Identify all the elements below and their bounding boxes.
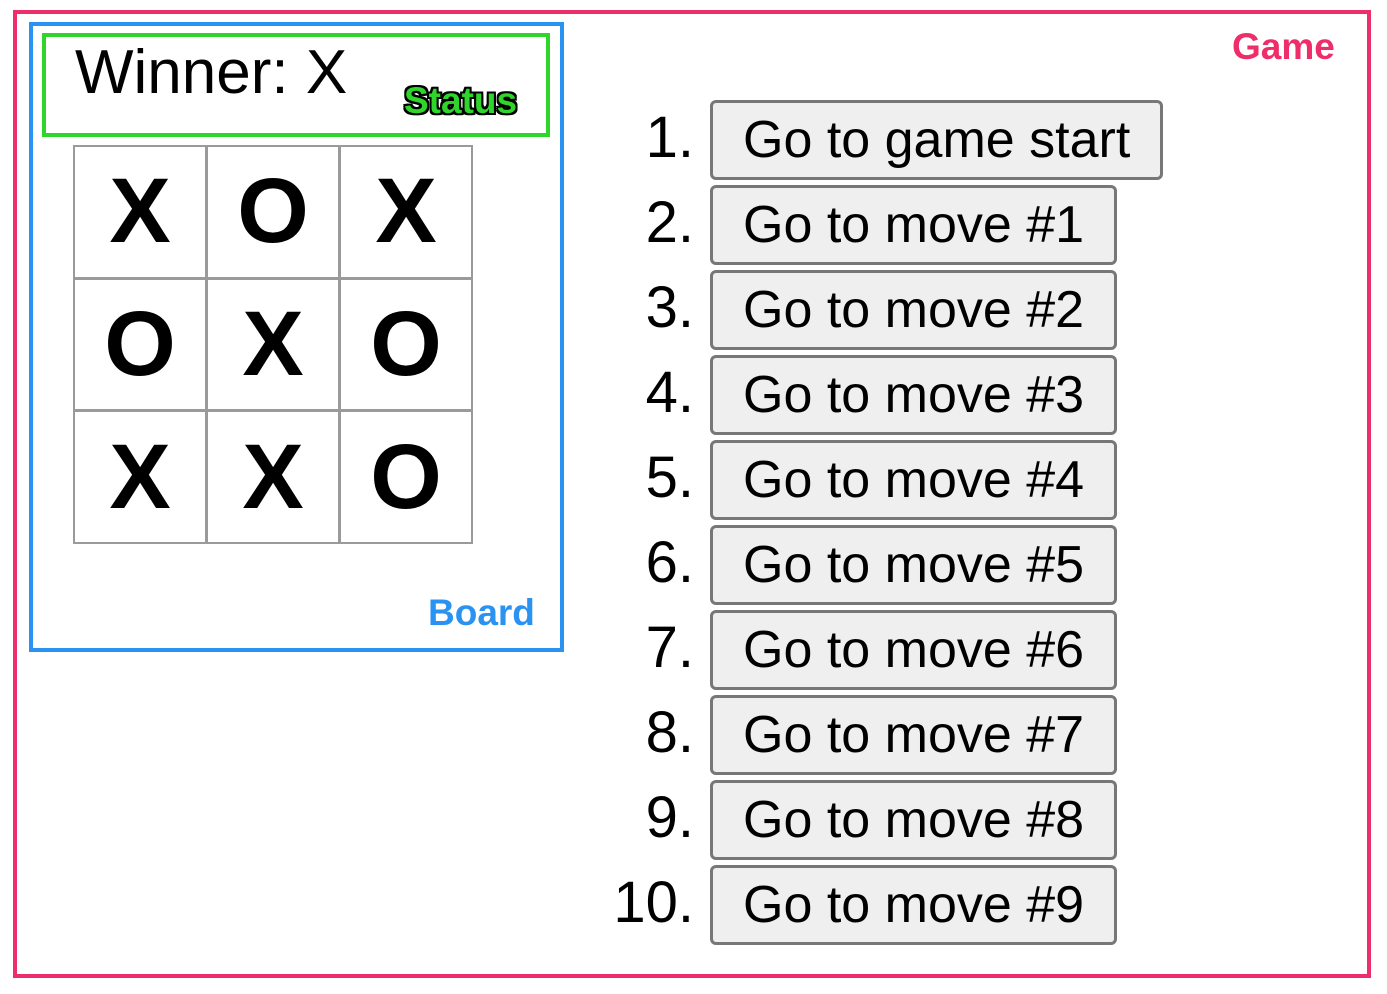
move-number: 7.: [645, 615, 694, 680]
square-2[interactable]: X: [339, 145, 473, 279]
move-item: 8. Go to move #7: [600, 693, 1200, 777]
go-to-move-button[interactable]: Go to move #9: [710, 865, 1118, 945]
move-number: 10.: [613, 870, 694, 935]
go-to-move-button[interactable]: Go to move #8: [710, 780, 1118, 860]
go-to-game-start-button[interactable]: Go to game start: [710, 100, 1164, 180]
go-to-move-button[interactable]: Go to move #5: [710, 525, 1118, 605]
move-number: 2.: [645, 190, 694, 255]
move-number: 8.: [645, 700, 694, 765]
move-item: 3. Go to move #2: [600, 268, 1200, 352]
square-7[interactable]: X: [206, 410, 340, 545]
move-item: 10. Go to move #9: [600, 863, 1200, 947]
move-number: 3.: [645, 275, 694, 340]
go-to-move-button[interactable]: Go to move #1: [710, 185, 1118, 265]
square-8[interactable]: O: [339, 410, 473, 545]
move-item: 7. Go to move #6: [600, 608, 1200, 692]
move-item: 9. Go to move #8: [600, 778, 1200, 862]
go-to-move-button[interactable]: Go to move #4: [710, 440, 1118, 520]
move-item: 2. Go to move #1: [600, 183, 1200, 267]
move-number: 4.: [645, 360, 694, 425]
status-text: Winner: X: [75, 38, 348, 107]
move-number: 6.: [645, 530, 694, 595]
move-number: 5.: [645, 445, 694, 510]
go-to-move-button[interactable]: Go to move #3: [710, 355, 1118, 435]
go-to-move-button[interactable]: Go to move #2: [710, 270, 1118, 350]
status-label: Status: [404, 80, 518, 121]
square-3[interactable]: O: [73, 277, 207, 412]
square-4[interactable]: X: [206, 277, 340, 412]
move-number: 1.: [645, 105, 694, 170]
board-grid: X O X O X O X X O: [73, 145, 473, 545]
board-label: Board: [428, 592, 535, 633]
go-to-move-button[interactable]: Go to move #7: [710, 695, 1118, 775]
square-1[interactable]: O: [206, 145, 340, 279]
square-6[interactable]: X: [73, 410, 207, 545]
square-5[interactable]: O: [339, 277, 473, 412]
move-number: 9.: [645, 785, 694, 850]
game-label: Game: [1232, 26, 1335, 67]
go-to-move-button[interactable]: Go to move #6: [710, 610, 1118, 690]
move-item: 5. Go to move #4: [600, 438, 1200, 522]
square-0[interactable]: X: [73, 145, 207, 279]
move-item: 1. Go to game start: [600, 98, 1200, 182]
move-item: 4. Go to move #3: [600, 353, 1200, 437]
move-item: 6. Go to move #5: [600, 523, 1200, 607]
